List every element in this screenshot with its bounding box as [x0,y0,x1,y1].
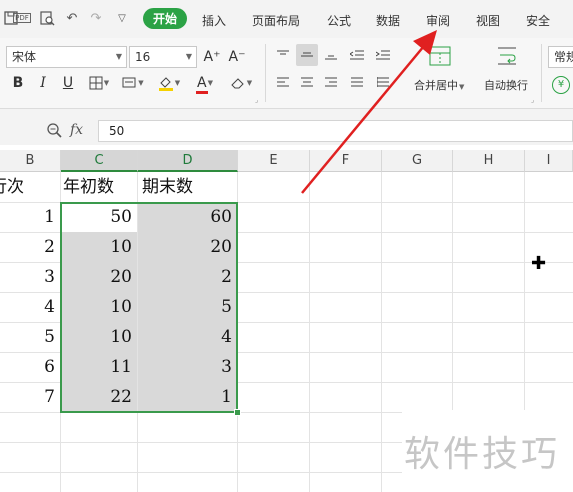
annotation-arrow-icon [301,30,437,194]
